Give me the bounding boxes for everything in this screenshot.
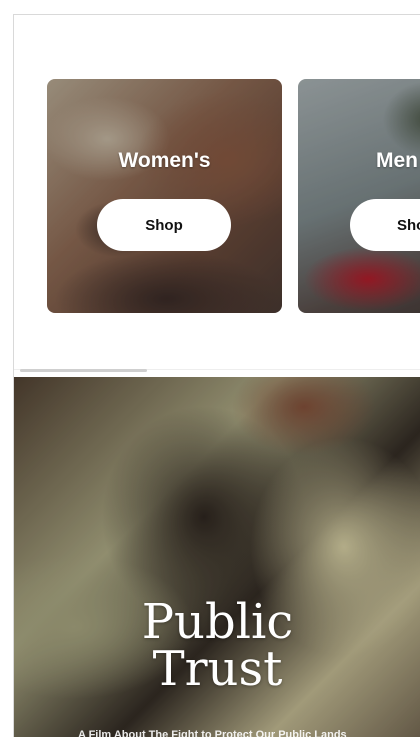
category-card-women[interactable]: Women's Shop [47, 79, 282, 313]
hero-title-line-2: Trust [152, 641, 283, 697]
category-title-women: Women's [118, 149, 211, 172]
hero-title: Public Trust [14, 594, 420, 697]
category-title-men: Men [376, 149, 418, 172]
card-image-overlay [298, 79, 420, 313]
category-card-men[interactable]: Men Sho [298, 79, 420, 313]
carousel-scrollbar[interactable] [20, 369, 147, 372]
hero-banner[interactable]: Public Trust A Film About The Fight to P… [14, 377, 420, 737]
hero-title-line-1: Public [141, 594, 294, 650]
category-carousel[interactable]: Women's Shop Men Sho [14, 15, 420, 377]
page: Women's Shop Men Sho Public Trust A Film… [13, 14, 420, 737]
shop-men-button[interactable]: Sho [350, 199, 420, 251]
card-image-overlay [47, 79, 282, 313]
shop-women-button[interactable]: Shop [97, 199, 231, 251]
